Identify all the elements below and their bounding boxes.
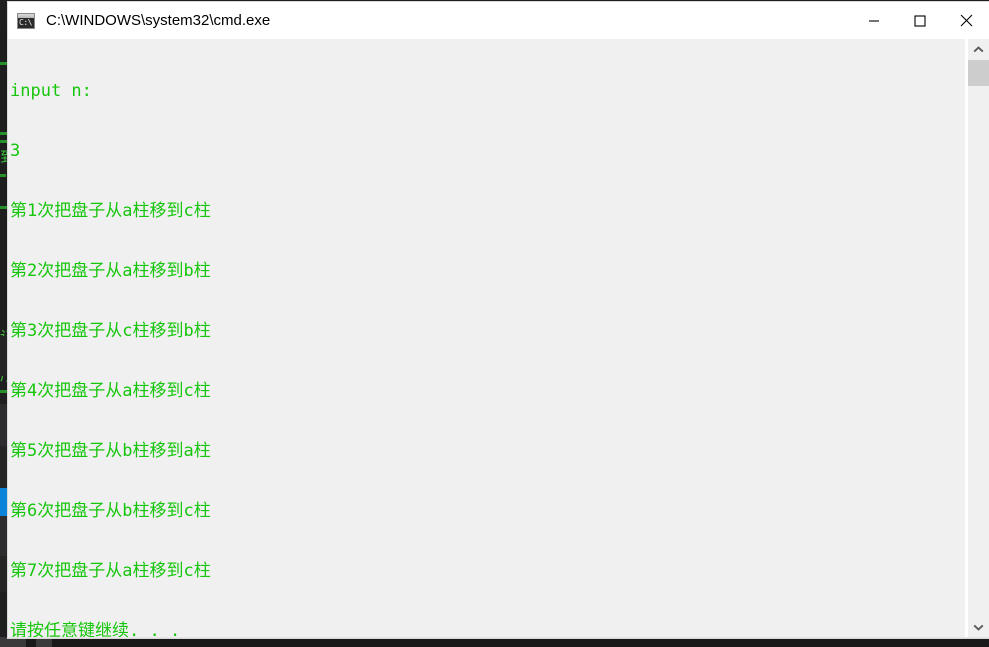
scrollbar-track[interactable] <box>968 60 989 616</box>
console-line: 请按任意键继续. . . <box>10 621 181 637</box>
background-code-line <box>0 140 7 143</box>
window-controls <box>851 2 989 39</box>
cmd-console-icon: C:\ <box>17 12 35 29</box>
minimize-button[interactable] <box>851 2 897 39</box>
console-vertical-scrollbar[interactable] <box>965 39 989 637</box>
console-line: 第3次把盘子从c柱移到b柱 <box>10 321 211 341</box>
console-line: 3 <box>10 141 21 161</box>
background-code-line <box>0 390 7 393</box>
close-button[interactable] <box>943 2 989 39</box>
minimize-icon <box>869 19 879 22</box>
maximize-button[interactable] <box>897 2 943 39</box>
window-titlebar[interactable]: C:\ C:\WINDOWS\system32\cmd.exe <box>8 2 989 39</box>
console-line: 第4次把盘子从a柱移到c柱 <box>10 381 211 401</box>
background-taskbar <box>0 637 989 647</box>
scroll-up-arrow-icon <box>973 45 984 52</box>
console-output-area[interactable]: input n: 3 第1次把盘子从a柱移到c柱 第2次把盘子从a柱移到b柱 第… <box>8 39 989 637</box>
window-bottom-edge <box>8 637 989 638</box>
console-line: 第7次把盘子从a柱移到c柱 <box>10 561 211 581</box>
console-text-buffer[interactable]: input n: 3 第1次把盘子从a柱移到c柱 第2次把盘子从a柱移到b柱 第… <box>8 39 965 637</box>
titlebar-left-group: C:\ C:\WINDOWS\system32\cmd.exe <box>8 12 851 29</box>
console-line: 第2次把盘子从a柱移到b柱 <box>10 261 211 281</box>
scrollbar-up-button[interactable] <box>968 39 989 60</box>
cmd-console-window: C:\ C:\WINDOWS\system32\cmd.exe input n:… <box>8 2 989 638</box>
console-line: 第1次把盘子从a柱移到c柱 <box>10 201 211 221</box>
close-icon <box>960 14 972 27</box>
console-line: 第5次把盘子从b柱移到a柱 <box>10 441 211 461</box>
background-taskbar-item <box>0 637 26 647</box>
console-line: input n: <box>10 81 92 101</box>
window-title: C:\WINDOWS\system32\cmd.exe <box>46 12 271 29</box>
cmd-icon-prompt-text: C:\ <box>19 17 32 27</box>
scrollbar-thumb[interactable] <box>968 60 989 86</box>
maximize-icon <box>914 14 926 27</box>
background-code-line <box>0 174 6 177</box>
background-taskbar-item <box>36 637 52 647</box>
console-line: 第6次把盘子从b柱移到c柱 <box>10 501 211 521</box>
scroll-down-arrow-icon <box>973 624 984 631</box>
background-code-line <box>0 132 8 135</box>
scrollbar-down-button[interactable] <box>968 616 989 637</box>
